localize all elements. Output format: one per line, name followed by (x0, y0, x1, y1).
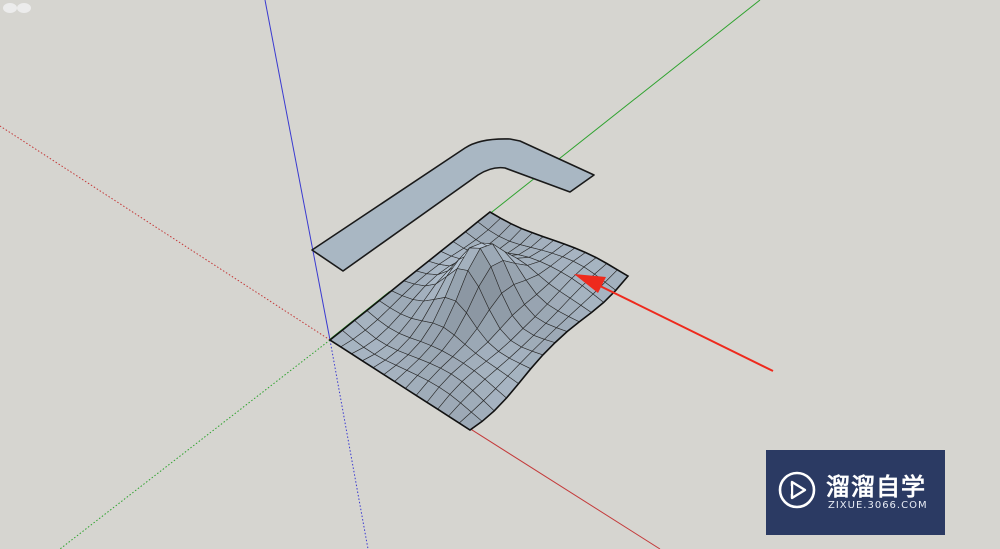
play-icon (778, 471, 816, 509)
blue-axis-positive (264, 0, 331, 341)
watermark-subtitle: ZIXUE.3066.COM (828, 500, 928, 511)
arrow-shaft (597, 284, 774, 372)
watermark-title: 溜溜自学 (826, 473, 926, 501)
watermark-badge: 溜溜自学 ZIXUE.3066.COM (766, 450, 945, 535)
cursor-trace-icon (3, 3, 31, 13)
red-axis-negative (0, 125, 331, 341)
axes (0, 0, 761, 549)
blue-axis-negative (329, 339, 369, 549)
red-arrow-annotation (574, 274, 774, 372)
green-axis-negative (59, 339, 331, 549)
